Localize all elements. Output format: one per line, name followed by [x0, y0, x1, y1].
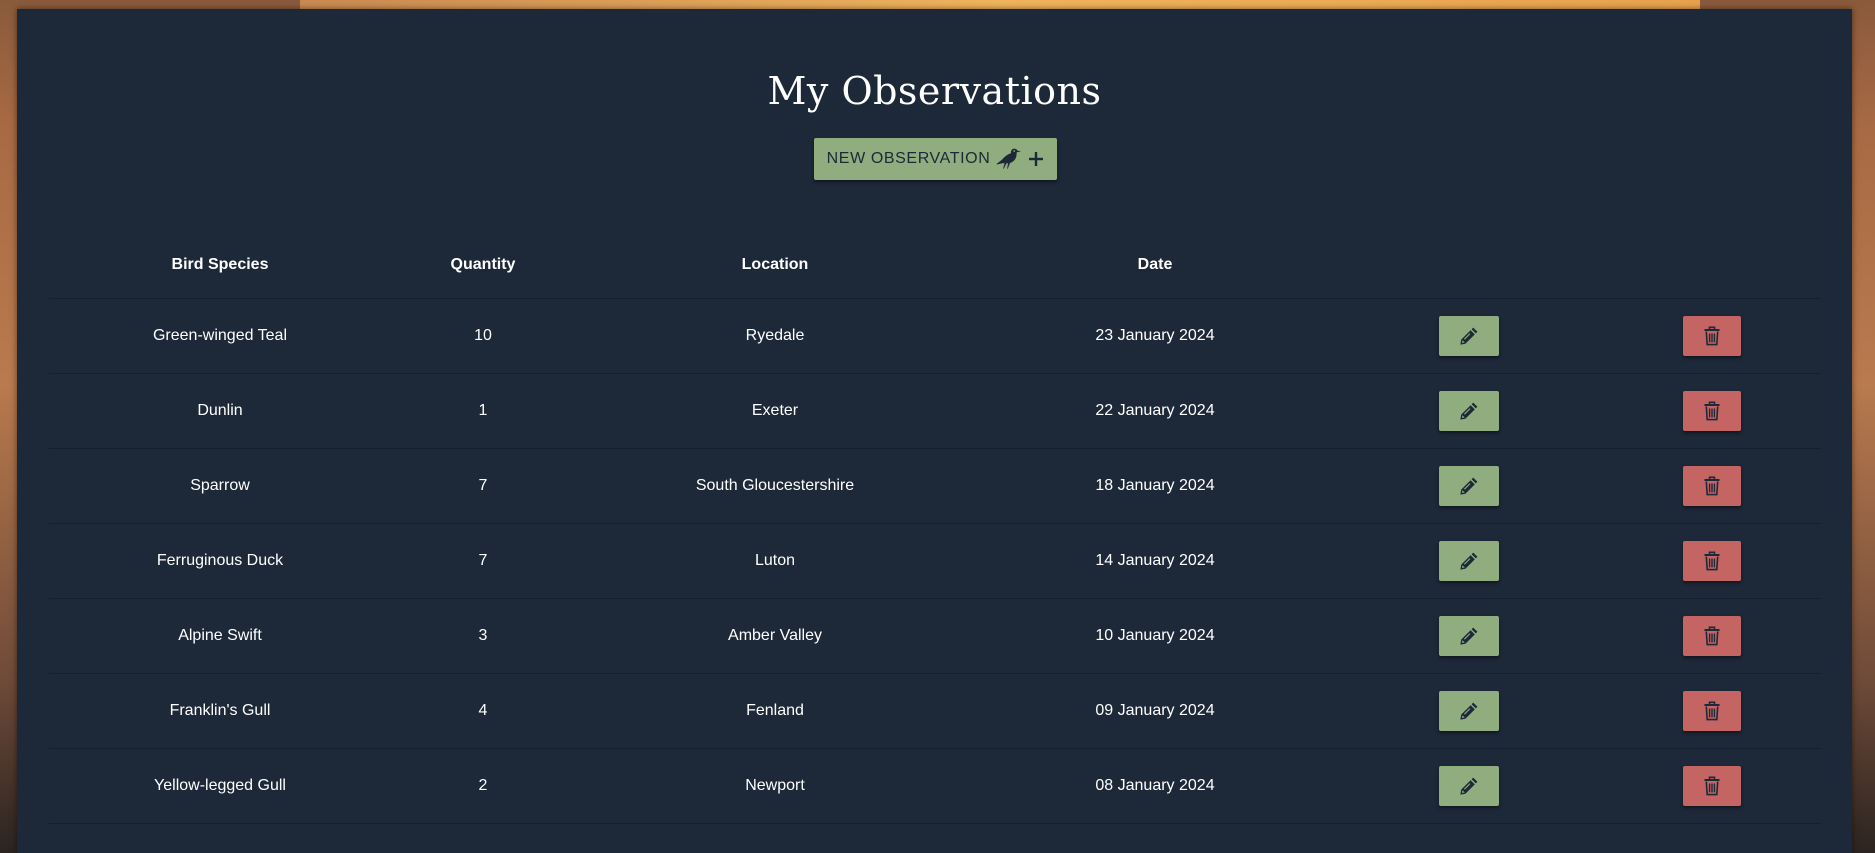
observations-panel: My Observations NEW OBSERVATION Bird Spe… — [17, 9, 1852, 853]
cell-quantity: 2 — [391, 748, 575, 824]
edit-button[interactable] — [1439, 316, 1499, 356]
trash-icon — [1704, 401, 1720, 421]
cell-species: Ferruginous Duck — [49, 523, 391, 599]
pencil-icon — [1460, 702, 1478, 720]
edit-button[interactable] — [1439, 766, 1499, 806]
cell-location: Fenland — [575, 673, 975, 749]
cell-delete — [1603, 298, 1821, 374]
edit-button[interactable] — [1439, 466, 1499, 506]
delete-button[interactable] — [1683, 316, 1741, 356]
cell-quantity: 3 — [391, 598, 575, 674]
delete-button[interactable] — [1683, 541, 1741, 581]
header-bird-species: Bird Species — [49, 232, 391, 299]
header-quantity: Quantity — [391, 232, 575, 299]
table-row: Dunlin 1 Exeter 22 January 2024 — [49, 373, 1821, 449]
cell-location: Exeter — [575, 373, 975, 449]
cell-date: 14 January 2024 — [975, 523, 1335, 599]
page-title: My Observations — [767, 69, 1102, 113]
observations-table: Bird Species Quantity Location Date Gree… — [49, 232, 1821, 824]
cell-delete — [1603, 523, 1821, 599]
pencil-icon — [1460, 627, 1478, 645]
table-row: Sparrow 7 South Gloucestershire 18 Janua… — [49, 448, 1821, 524]
cell-delete — [1603, 373, 1821, 449]
cell-delete — [1603, 748, 1821, 824]
new-observation-button[interactable]: NEW OBSERVATION — [814, 138, 1057, 180]
edit-button[interactable] — [1439, 541, 1499, 581]
crow-icon — [996, 148, 1022, 169]
cell-location: Luton — [575, 523, 975, 599]
cell-edit — [1335, 673, 1603, 749]
delete-button[interactable] — [1683, 391, 1741, 431]
plus-icon — [1029, 152, 1044, 166]
header-location: Location — [575, 232, 975, 299]
header-edit — [1335, 232, 1603, 299]
trash-icon — [1704, 626, 1720, 646]
cell-species: Dunlin — [49, 373, 391, 449]
pencil-icon — [1460, 552, 1478, 570]
cell-quantity: 1 — [391, 373, 575, 449]
cell-date: 10 January 2024 — [975, 598, 1335, 674]
cell-quantity: 4 — [391, 673, 575, 749]
cell-location: Ryedale — [575, 298, 975, 374]
cell-date: 23 January 2024 — [975, 298, 1335, 374]
table-row: Ferruginous Duck 7 Luton 14 January 2024 — [49, 523, 1821, 599]
header-date: Date — [975, 232, 1335, 299]
cell-edit — [1335, 448, 1603, 524]
table-row: Franklin's Gull 4 Fenland 09 January 202… — [49, 673, 1821, 749]
table-row: Green-winged Teal 10 Ryedale 23 January … — [49, 298, 1821, 374]
cell-species: Alpine Swift — [49, 598, 391, 674]
cell-date: 08 January 2024 — [975, 748, 1335, 824]
cell-location: Newport — [575, 748, 975, 824]
pencil-icon — [1460, 327, 1478, 345]
trash-icon — [1704, 701, 1720, 721]
pencil-icon — [1460, 402, 1478, 420]
cell-delete — [1603, 673, 1821, 749]
cell-date: 09 January 2024 — [975, 673, 1335, 749]
cell-species: Yellow-legged Gull — [49, 748, 391, 824]
edit-button[interactable] — [1439, 616, 1499, 656]
table-row: Alpine Swift 3 Amber Valley 10 January 2… — [49, 598, 1821, 674]
cell-quantity: 7 — [391, 523, 575, 599]
cell-species: Green-winged Teal — [49, 298, 391, 374]
cell-edit — [1335, 523, 1603, 599]
cell-location: Amber Valley — [575, 598, 975, 674]
edit-button[interactable] — [1439, 391, 1499, 431]
cell-edit — [1335, 598, 1603, 674]
trash-icon — [1704, 776, 1720, 796]
cell-date: 22 January 2024 — [975, 373, 1335, 449]
cell-location: South Gloucestershire — [575, 448, 975, 524]
trash-icon — [1704, 476, 1720, 496]
delete-button[interactable] — [1683, 691, 1741, 731]
delete-button[interactable] — [1683, 766, 1741, 806]
trash-icon — [1704, 551, 1720, 571]
cell-delete — [1603, 448, 1821, 524]
delete-button[interactable] — [1683, 466, 1741, 506]
cell-edit — [1335, 748, 1603, 824]
cell-quantity: 7 — [391, 448, 575, 524]
new-observation-label: NEW OBSERVATION — [826, 150, 991, 167]
pencil-icon — [1460, 777, 1478, 795]
delete-button[interactable] — [1683, 616, 1741, 656]
table-header-row: Bird Species Quantity Location Date — [49, 232, 1821, 299]
table-row: Yellow-legged Gull 2 Newport 08 January … — [49, 748, 1821, 824]
cell-edit — [1335, 373, 1603, 449]
edit-button[interactable] — [1439, 691, 1499, 731]
pencil-icon — [1460, 477, 1478, 495]
header-delete — [1603, 232, 1821, 299]
cell-date: 18 January 2024 — [975, 448, 1335, 524]
trash-icon — [1704, 326, 1720, 346]
cell-quantity: 10 — [391, 298, 575, 374]
cell-species: Sparrow — [49, 448, 391, 524]
cell-edit — [1335, 298, 1603, 374]
cell-species: Franklin's Gull — [49, 673, 391, 749]
cell-delete — [1603, 598, 1821, 674]
